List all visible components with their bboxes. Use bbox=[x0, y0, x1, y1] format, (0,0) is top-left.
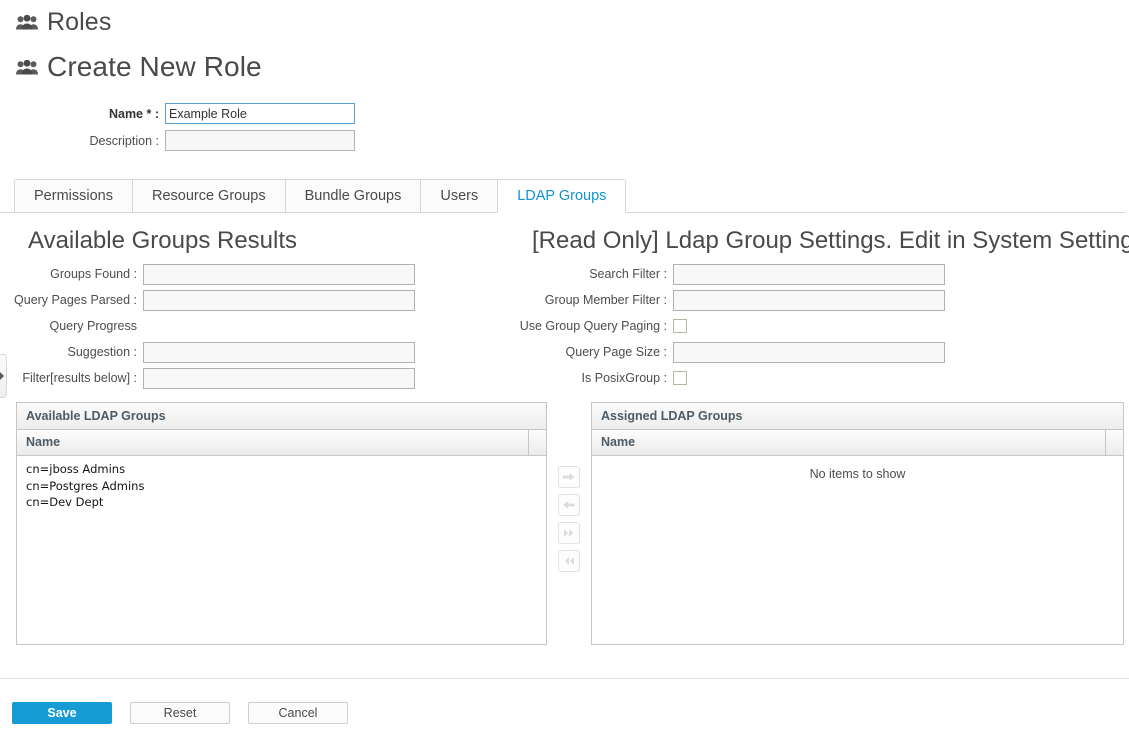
use-group-query-paging-label: Use Group Query Paging : bbox=[519, 319, 667, 333]
list-item[interactable]: cn=jboss Admins bbox=[17, 461, 546, 478]
tab-resource-groups[interactable]: Resource Groups bbox=[131, 179, 285, 213]
available-grid-name-column-header[interactable]: Name bbox=[17, 430, 528, 455]
query-pages-parsed-label: Query Pages Parsed : bbox=[14, 293, 137, 307]
ldap-group-settings-title: [Read Only] Ldap Group Settings. Edit in… bbox=[532, 227, 1129, 254]
assigned-grid-body: No items to show bbox=[592, 456, 1123, 648]
filter-results-row: Filter[results below] : bbox=[0, 365, 500, 391]
list-item[interactable]: cn=Postgres Admins bbox=[17, 478, 546, 495]
is-posixgroup-row: Is PosixGroup : bbox=[500, 365, 1129, 391]
query-progress-label: Query Progress bbox=[49, 319, 137, 333]
group-people-icon bbox=[16, 14, 38, 30]
tab-users[interactable]: Users bbox=[420, 179, 498, 213]
is-posixgroup-label: Is PosixGroup : bbox=[581, 371, 667, 385]
tab-bar: Permissions Resource Groups Bundle Group… bbox=[0, 178, 1129, 213]
query-page-size-row: Query Page Size : bbox=[500, 339, 1129, 365]
available-ldap-groups-title: Available LDAP Groups bbox=[17, 403, 546, 430]
transfer-button-group bbox=[547, 402, 591, 572]
sidebar-drawer-handle[interactable] bbox=[0, 354, 7, 398]
assigned-grid-header: Name bbox=[592, 430, 1123, 456]
arrow-left-icon bbox=[563, 498, 575, 513]
move-right-button[interactable] bbox=[558, 466, 580, 488]
groups-found-input[interactable] bbox=[143, 263, 415, 285]
query-page-size-input[interactable] bbox=[673, 341, 945, 363]
suggestion-label: Suggestion : bbox=[67, 345, 138, 359]
page-title-row: Create New Role bbox=[0, 44, 1129, 90]
save-button[interactable]: Save bbox=[12, 702, 112, 724]
suggestion-row: Suggestion : bbox=[0, 339, 500, 365]
use-group-query-paging-row: Use Group Query Paging : bbox=[500, 313, 1129, 339]
list-item[interactable]: cn=Dev Dept bbox=[17, 494, 546, 511]
move-left-button[interactable] bbox=[558, 494, 580, 516]
suggestion-input[interactable] bbox=[143, 341, 415, 363]
move-all-right-button[interactable] bbox=[558, 522, 580, 544]
assigned-grid-name-column-header[interactable]: Name bbox=[592, 430, 1105, 455]
groups-found-row: Groups Found : bbox=[0, 261, 500, 287]
search-filter-row: Search Filter : bbox=[500, 261, 1129, 287]
query-page-size-label: Query Page Size : bbox=[565, 345, 667, 359]
groups-found-label: Groups Found : bbox=[50, 267, 137, 281]
query-pages-parsed-input[interactable] bbox=[143, 289, 415, 311]
group-member-filter-label: Group Member Filter : bbox=[544, 293, 667, 307]
group-member-filter-input[interactable] bbox=[673, 289, 945, 311]
available-grid-body: cn=jboss Admins cn=Postgres Admins cn=De… bbox=[17, 456, 546, 648]
reset-button[interactable]: Reset bbox=[130, 702, 230, 724]
name-input[interactable] bbox=[165, 103, 355, 124]
use-group-query-paging-checkbox[interactable] bbox=[673, 319, 687, 333]
description-label: Description : bbox=[89, 133, 159, 148]
breadcrumb-title: Roles bbox=[47, 7, 112, 36]
name-field-row: Name * : bbox=[0, 100, 1129, 127]
query-pages-parsed-row: Query Pages Parsed : bbox=[0, 287, 500, 313]
available-groups-results-panel: Available Groups Results Groups Found : … bbox=[0, 227, 500, 391]
double-arrow-left-icon bbox=[563, 554, 575, 569]
move-all-left-button[interactable] bbox=[558, 550, 580, 572]
assigned-grid-scrollbar-spacer bbox=[1105, 430, 1123, 455]
assigned-ldap-groups-grid: Assigned LDAP Groups Name No items to sh… bbox=[591, 402, 1124, 645]
assigned-grid-empty-message: No items to show bbox=[809, 467, 906, 481]
name-label: Name * : bbox=[108, 106, 159, 121]
tab-bundle-groups[interactable]: Bundle Groups bbox=[284, 179, 421, 213]
is-posixgroup-checkbox[interactable] bbox=[673, 371, 687, 385]
description-input[interactable] bbox=[165, 130, 355, 151]
tab-permissions[interactable]: Permissions bbox=[14, 179, 132, 213]
double-arrow-right-icon bbox=[563, 526, 575, 541]
tab-ldap-groups[interactable]: LDAP Groups bbox=[497, 179, 627, 213]
settings-columns: Available Groups Results Groups Found : … bbox=[0, 213, 1129, 391]
assigned-ldap-groups-title: Assigned LDAP Groups bbox=[592, 403, 1123, 430]
available-ldap-groups-grid: Available LDAP Groups Name cn=jboss Admi… bbox=[16, 402, 547, 645]
group-people-icon bbox=[16, 59, 38, 75]
group-member-filter-row: Group Member Filter : bbox=[500, 287, 1129, 313]
role-basic-form: Name * : Description : bbox=[0, 100, 1129, 154]
available-grid-scrollbar-spacer bbox=[528, 430, 546, 455]
filter-results-label: Filter[results below] : bbox=[22, 371, 137, 385]
search-filter-input[interactable] bbox=[673, 263, 945, 285]
footer-divider bbox=[0, 678, 1129, 679]
ldap-group-settings-panel: [Read Only] Ldap Group Settings. Edit in… bbox=[500, 227, 1129, 391]
search-filter-label: Search Filter : bbox=[589, 267, 667, 281]
page-title: Create New Role bbox=[47, 51, 262, 82]
query-progress-row: Query Progress bbox=[0, 313, 500, 339]
description-field-row: Description : bbox=[0, 127, 1129, 154]
ldap-groups-transfer-area: Available LDAP Groups Name cn=jboss Admi… bbox=[0, 391, 1129, 645]
breadcrumb: Roles bbox=[0, 0, 1129, 44]
available-groups-results-title: Available Groups Results bbox=[28, 227, 298, 254]
form-action-bar: Save Reset Cancel bbox=[12, 702, 348, 724]
chevron-right-icon bbox=[0, 369, 5, 383]
cancel-button[interactable]: Cancel bbox=[248, 702, 348, 724]
available-grid-header: Name bbox=[17, 430, 546, 456]
arrow-right-icon bbox=[563, 470, 575, 485]
filter-results-input[interactable] bbox=[143, 367, 415, 389]
